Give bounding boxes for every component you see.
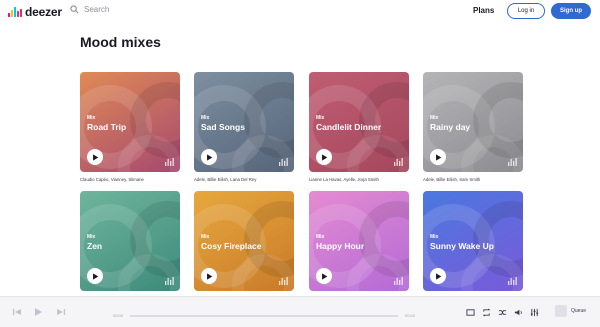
play-button[interactable] bbox=[316, 149, 332, 165]
equalizer-icon bbox=[165, 277, 174, 285]
cast-icon[interactable] bbox=[466, 308, 475, 317]
mix-label: Mix bbox=[316, 115, 325, 121]
play-icon bbox=[93, 272, 99, 280]
equalizer-icon bbox=[394, 277, 403, 285]
search-bar[interactable]: Search bbox=[70, 5, 109, 14]
signup-button[interactable]: Sign up bbox=[551, 3, 591, 19]
play-icon bbox=[207, 153, 213, 161]
plans-link[interactable]: Plans bbox=[473, 6, 494, 15]
elapsed-time: 00:00 bbox=[113, 313, 124, 318]
queue-thumbnail[interactable] bbox=[555, 305, 567, 317]
mix-label: Mix bbox=[201, 115, 210, 121]
search-input[interactable]: Search bbox=[84, 5, 109, 14]
mix-artists: Adele, Billie Eilish, Sam Smith bbox=[423, 177, 481, 182]
mix-card[interactable]: Mix Cosy Fireplace bbox=[194, 191, 294, 291]
repeat-icon[interactable] bbox=[482, 308, 491, 317]
play-icon[interactable] bbox=[33, 307, 43, 317]
mix-title: Sad Songs bbox=[201, 122, 245, 132]
play-icon bbox=[93, 153, 99, 161]
play-button[interactable] bbox=[87, 268, 103, 284]
play-button[interactable] bbox=[316, 268, 332, 284]
progress-bar[interactable] bbox=[130, 315, 398, 317]
volume-icon[interactable] bbox=[514, 308, 523, 317]
mix-title: Zen bbox=[87, 241, 103, 251]
play-button[interactable] bbox=[430, 268, 446, 284]
mix-card[interactable]: Mix Rainy day bbox=[423, 72, 523, 172]
mix-card[interactable]: Mix Sad Songs bbox=[194, 72, 294, 172]
mix-title: Sunny Wake Up bbox=[430, 241, 494, 251]
shuffle-icon[interactable] bbox=[498, 308, 507, 317]
mix-title: Candlelit Dinner bbox=[316, 122, 382, 132]
play-icon bbox=[322, 272, 328, 280]
equalizer-icon bbox=[508, 158, 517, 166]
mix-card[interactable]: Mix Road Trip bbox=[80, 72, 180, 172]
queue-label[interactable]: Queue bbox=[571, 308, 586, 314]
deezer-logo[interactable]: deezer bbox=[8, 5, 62, 19]
play-icon bbox=[207, 272, 213, 280]
search-icon bbox=[70, 5, 79, 14]
mix-label: Mix bbox=[430, 115, 439, 121]
mix-title: Happy Hour bbox=[316, 241, 365, 251]
player-bar: 00:00 00:00 Queue bbox=[0, 296, 600, 327]
mix-artists: Lianne La Havas, Ayelle, Jorja Smith bbox=[309, 177, 379, 182]
play-button[interactable] bbox=[201, 268, 217, 284]
mix-title: Road Trip bbox=[87, 122, 127, 132]
play-button[interactable] bbox=[87, 149, 103, 165]
play-icon bbox=[322, 153, 328, 161]
previous-icon[interactable] bbox=[12, 307, 22, 317]
mix-card[interactable]: Mix Candlelit Dinner bbox=[309, 72, 409, 172]
equalizer-icon bbox=[279, 158, 288, 166]
equalizer-icon[interactable] bbox=[530, 308, 539, 317]
mix-artists: Adele, Billie Eilish, Lana Del Rey bbox=[194, 177, 257, 182]
play-icon bbox=[436, 153, 442, 161]
mix-label: Mix bbox=[87, 234, 96, 240]
mix-label: Mix bbox=[316, 234, 325, 240]
mix-label: Mix bbox=[201, 234, 210, 240]
mix-card[interactable]: Mix Happy Hour bbox=[309, 191, 409, 291]
mix-title: Rainy day bbox=[430, 122, 471, 132]
logo-text: deezer bbox=[25, 5, 62, 19]
play-button[interactable] bbox=[201, 149, 217, 165]
login-button[interactable]: Log in bbox=[507, 3, 545, 19]
mix-label: Mix bbox=[87, 115, 96, 121]
total-time: 00:00 bbox=[405, 313, 416, 318]
equalizer-icon bbox=[508, 277, 517, 285]
play-button[interactable] bbox=[430, 149, 446, 165]
equalizer-icon bbox=[165, 158, 174, 166]
next-icon[interactable] bbox=[56, 307, 66, 317]
mix-label: Mix bbox=[430, 234, 439, 240]
top-bar: deezer Search Plans Log in Sign up bbox=[0, 0, 600, 26]
mix-card[interactable]: Mix Zen bbox=[80, 191, 180, 291]
mix-card[interactable]: Mix Sunny Wake Up bbox=[423, 191, 523, 291]
equalizer-icon bbox=[279, 277, 288, 285]
mix-artists: Claudio Capéo, Vianney, Slimane bbox=[80, 177, 144, 182]
logo-icon bbox=[8, 7, 22, 17]
equalizer-icon bbox=[394, 158, 403, 166]
mix-title: Cosy Fireplace bbox=[201, 241, 262, 251]
play-icon bbox=[436, 272, 442, 280]
page-title: Mood mixes bbox=[80, 34, 161, 50]
